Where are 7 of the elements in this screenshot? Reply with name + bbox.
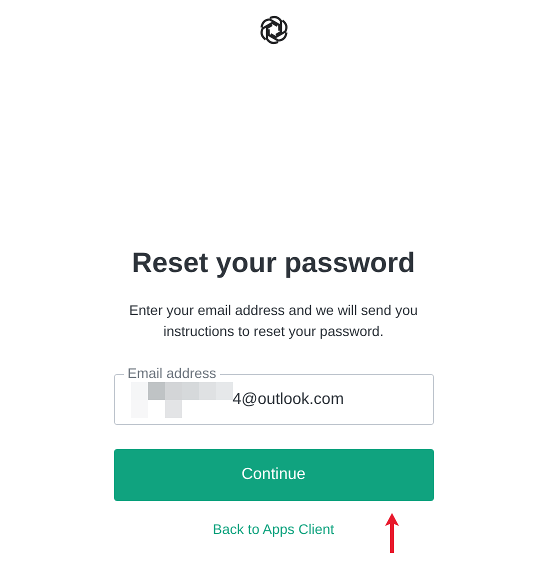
instructions-text: Enter your email address and we will send you instructions to reset your password. — [128, 301, 419, 341]
page-heading: Reset your password — [132, 246, 416, 280]
continue-button[interactable]: Continue — [114, 449, 434, 501]
email-value: 4@outlook.com — [232, 390, 344, 410]
logo-icon — [258, 14, 290, 46]
arrow-icon — [384, 513, 400, 553]
back-link[interactable]: Back to Apps Client — [212, 519, 334, 540]
